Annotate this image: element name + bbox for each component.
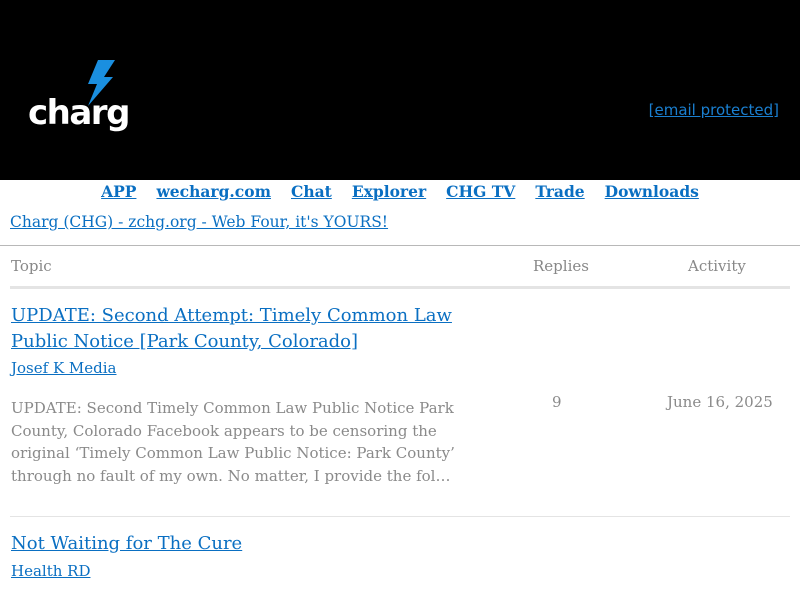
topic-activity-date[interactable]: June 16, 2025 xyxy=(667,393,773,411)
topic-table-header: Topic Replies Activity xyxy=(0,257,800,287)
row-divider xyxy=(10,516,790,517)
nav-explorer[interactable]: Explorer xyxy=(352,182,426,201)
divider xyxy=(0,245,800,246)
topic-author-link[interactable]: Josef K Media xyxy=(11,359,117,377)
header-divider xyxy=(10,286,790,289)
topic-excerpt: UPDATE: Second Timely Common Law Public … xyxy=(11,399,455,485)
nav-app[interactable]: APP xyxy=(101,182,136,201)
topic-title-link[interactable]: UPDATE: Second Attempt: Timely Common La… xyxy=(11,303,461,355)
nav-trade[interactable]: Trade xyxy=(535,182,584,201)
topic-title-link[interactable]: Not Waiting for The Cure xyxy=(11,531,461,557)
nav-wecharg[interactable]: wecharg.com xyxy=(156,182,271,201)
nav-chg-tv[interactable]: CHG TV xyxy=(446,182,515,201)
nav-downloads[interactable]: Downloads xyxy=(605,182,699,201)
topic-replies-count: 9 xyxy=(552,393,562,411)
site-home-link[interactable]: Charg (CHG) - zchg.org - Web Four, it's … xyxy=(10,213,388,231)
column-header-activity: Activity xyxy=(688,257,746,275)
top-nav: APP wecharg.com Chat Explorer CHG TV Tra… xyxy=(0,0,800,201)
column-header-topic: Topic xyxy=(11,257,52,275)
topic-author-link[interactable]: Health RD xyxy=(11,562,90,580)
column-header-replies: Replies xyxy=(533,257,589,275)
nav-chat[interactable]: Chat xyxy=(291,182,332,201)
